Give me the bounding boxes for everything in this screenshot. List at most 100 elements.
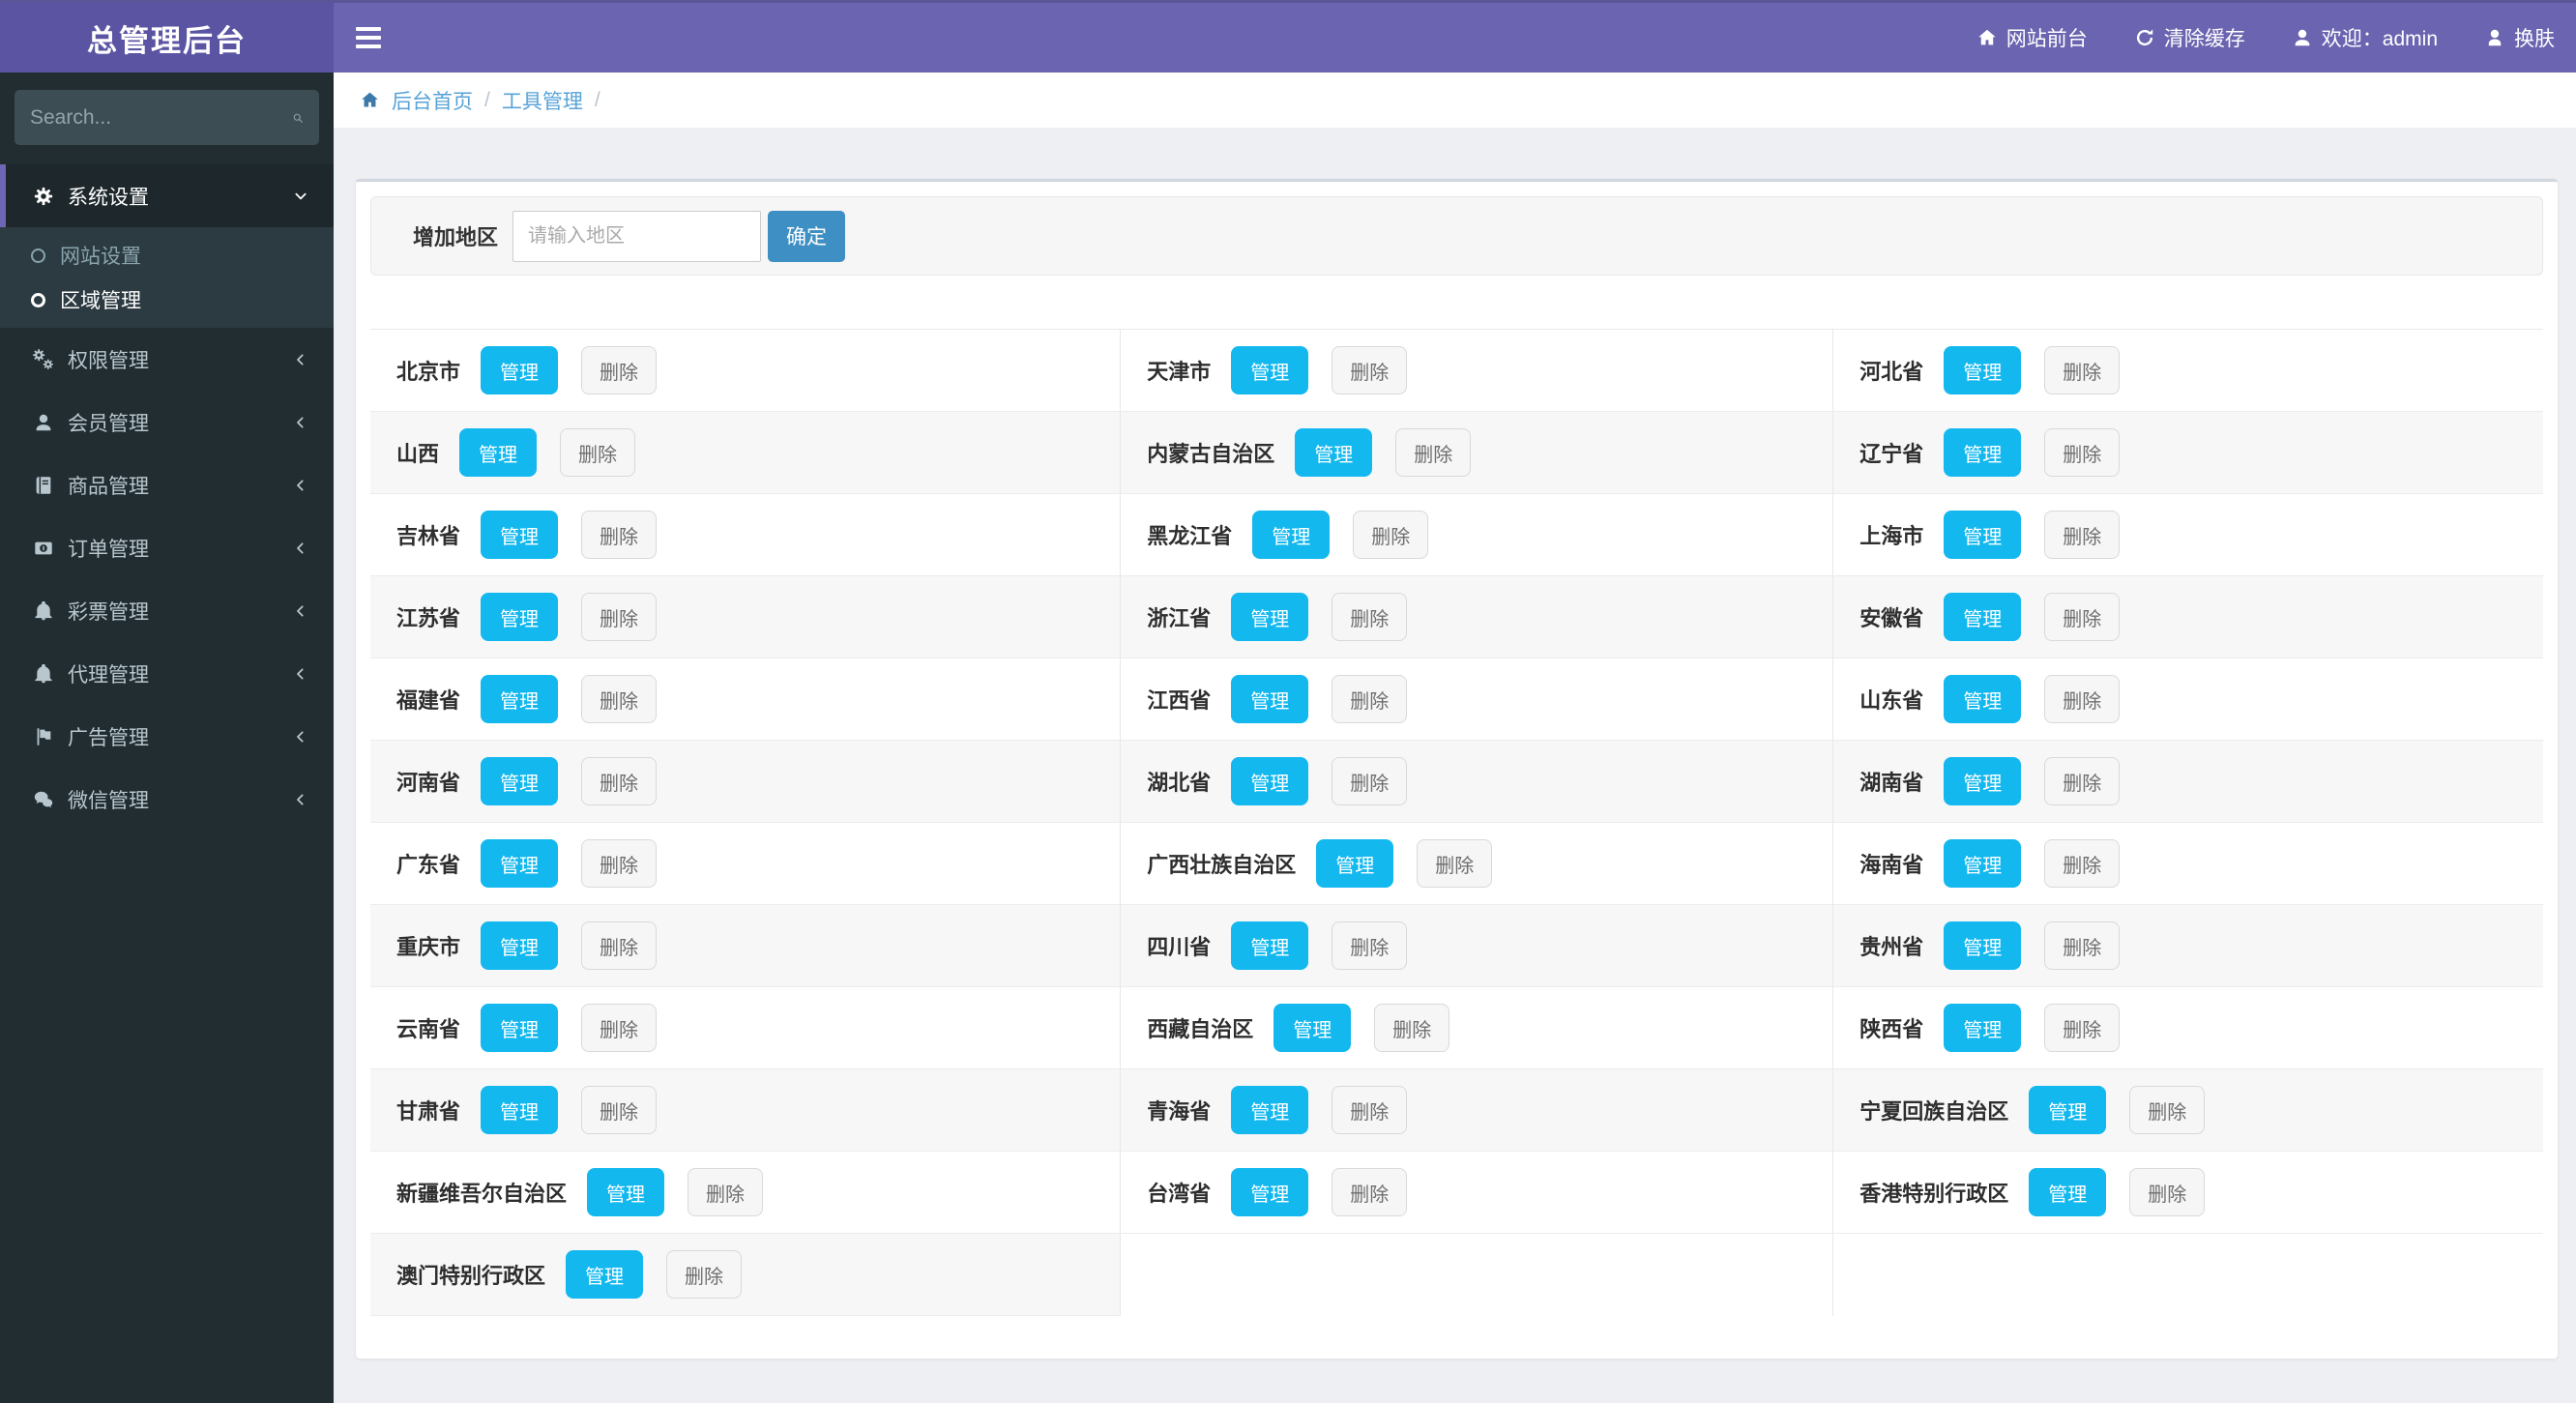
- delete-button[interactable]: 删除: [2129, 1086, 2206, 1134]
- delete-button[interactable]: 删除: [581, 757, 658, 805]
- delete-button[interactable]: 删除: [1417, 839, 1493, 888]
- region-name: 四川省: [1147, 935, 1212, 959]
- manage-button[interactable]: 管理: [1231, 593, 1309, 641]
- manage-button[interactable]: 管理: [481, 1004, 559, 1052]
- delete-button[interactable]: 删除: [1353, 511, 1429, 559]
- delete-button[interactable]: 删除: [1332, 346, 1408, 395]
- manage-button[interactable]: 管理: [481, 675, 559, 723]
- delete-button[interactable]: 删除: [581, 921, 658, 970]
- sidebar-item-order-management[interactable]: 订单管理: [0, 516, 334, 579]
- delete-button[interactable]: 删除: [560, 428, 636, 477]
- sidebar-item-wechat-management[interactable]: 微信管理: [0, 768, 334, 831]
- delete-button[interactable]: 删除: [581, 1086, 658, 1134]
- manage-button[interactable]: 管理: [1944, 346, 2022, 395]
- manage-button[interactable]: 管理: [481, 511, 559, 559]
- manage-button[interactable]: 管理: [1944, 428, 2022, 477]
- delete-button[interactable]: 删除: [2044, 1004, 2121, 1052]
- delete-button[interactable]: 删除: [1332, 1086, 1408, 1134]
- manage-button[interactable]: 管理: [481, 593, 559, 641]
- confirm-button[interactable]: 确定: [768, 210, 846, 262]
- sidebar-item-permission-management[interactable]: 权限管理: [0, 328, 334, 391]
- manage-button[interactable]: 管理: [481, 839, 559, 888]
- manage-button[interactable]: 管理: [481, 921, 559, 970]
- sidebar-menu: 系统设置 网站设置 区域管理 权限管理 会员管理 商品管理 订单管理 彩票管理 …: [0, 164, 334, 831]
- manage-button[interactable]: 管理: [1273, 1004, 1352, 1052]
- delete-button[interactable]: 删除: [2044, 921, 2121, 970]
- manage-button[interactable]: 管理: [1231, 1168, 1309, 1216]
- sidebar-toggle-button[interactable]: [339, 3, 397, 73]
- manage-button[interactable]: 管理: [481, 1086, 559, 1134]
- manage-button[interactable]: 管理: [1944, 675, 2022, 723]
- manage-button[interactable]: 管理: [1944, 511, 2022, 559]
- delete-button[interactable]: 删除: [581, 593, 658, 641]
- sidebar-item-system-settings[interactable]: 系统设置: [0, 164, 334, 227]
- delete-button[interactable]: 删除: [581, 346, 658, 395]
- manage-button[interactable]: 管理: [1316, 839, 1394, 888]
- manage-button[interactable]: 管理: [2029, 1168, 2107, 1216]
- region-table: 北京市 管理 删除 天津市 管理 删除 河北省 管理 删除 山西 管理 删除 内蒙古自治区 管理 删除 辽宁省…: [370, 329, 2543, 1316]
- delete-button[interactable]: 删除: [2044, 757, 2121, 805]
- delete-button[interactable]: 删除: [1332, 675, 1408, 723]
- delete-button[interactable]: 删除: [2044, 593, 2121, 641]
- delete-button[interactable]: 删除: [581, 839, 658, 888]
- site-front-link[interactable]: 网站前台: [1976, 23, 2088, 52]
- breadcrumb-section-link[interactable]: 工具管理: [502, 86, 583, 115]
- sidebar-item-member-management[interactable]: 会员管理: [0, 391, 334, 453]
- sidebar-item-label: 微信管理: [68, 789, 149, 812]
- region-input[interactable]: [512, 210, 762, 262]
- delete-button[interactable]: 删除: [1332, 921, 1408, 970]
- delete-button[interactable]: 删除: [2044, 428, 2121, 477]
- manage-button[interactable]: 管理: [1231, 675, 1309, 723]
- manage-button[interactable]: 管理: [1944, 921, 2022, 970]
- search-input[interactable]: [30, 105, 292, 130]
- manage-button[interactable]: 管理: [459, 428, 538, 477]
- delete-button[interactable]: 删除: [2129, 1168, 2206, 1216]
- search-icon[interactable]: [292, 107, 304, 129]
- delete-button[interactable]: 删除: [1332, 593, 1408, 641]
- delete-button[interactable]: 删除: [581, 675, 658, 723]
- manage-button[interactable]: 管理: [566, 1250, 644, 1299]
- delete-button[interactable]: 删除: [2044, 346, 2121, 395]
- manage-button[interactable]: 管理: [481, 346, 559, 395]
- manage-button[interactable]: 管理: [1231, 1086, 1309, 1134]
- manage-button[interactable]: 管理: [1944, 1004, 2022, 1052]
- sidebar-item-product-management[interactable]: 商品管理: [0, 453, 334, 516]
- sidebar-item-ad-management[interactable]: 广告管理: [0, 705, 334, 768]
- delete-button[interactable]: 删除: [1332, 757, 1408, 805]
- manage-button[interactable]: 管理: [1252, 511, 1331, 559]
- clear-cache-link[interactable]: 清除缓存: [2134, 23, 2245, 52]
- sidebar-item-site-settings[interactable]: 网站设置: [0, 233, 334, 278]
- delete-button[interactable]: 删除: [666, 1250, 743, 1299]
- region-cell: 广西壮族自治区 管理 删除: [1120, 823, 1833, 905]
- manage-button[interactable]: 管理: [1944, 839, 2022, 888]
- change-skin-link[interactable]: 换肤: [2484, 23, 2555, 52]
- delete-button[interactable]: 删除: [688, 1168, 764, 1216]
- manage-button[interactable]: 管理: [587, 1168, 665, 1216]
- welcome-admin[interactable]: 欢迎：admin: [2292, 23, 2438, 52]
- region-name: 河南省: [396, 771, 461, 795]
- manage-button[interactable]: 管理: [1944, 593, 2022, 641]
- region-name: 新疆维吾尔自治区: [396, 1182, 568, 1206]
- sidebar-item-region-management[interactable]: 区域管理: [0, 278, 334, 322]
- delete-button[interactable]: 删除: [1374, 1004, 1450, 1052]
- manage-button[interactable]: 管理: [1295, 428, 1373, 477]
- region-cell: 广东省 管理 删除: [370, 823, 1121, 905]
- manage-button[interactable]: 管理: [1231, 346, 1309, 395]
- delete-button[interactable]: 删除: [1332, 1168, 1408, 1216]
- delete-button[interactable]: 删除: [1395, 428, 1472, 477]
- delete-button[interactable]: 删除: [2044, 511, 2121, 559]
- manage-button[interactable]: 管理: [481, 757, 559, 805]
- delete-button[interactable]: 删除: [2044, 839, 2121, 888]
- manage-button[interactable]: 管理: [2029, 1086, 2107, 1134]
- manage-button[interactable]: 管理: [1944, 757, 2022, 805]
- sidebar-item-lottery-management[interactable]: 彩票管理: [0, 579, 334, 642]
- delete-button[interactable]: 删除: [581, 511, 658, 559]
- change-skin-label: 换肤: [2514, 28, 2555, 50]
- delete-button[interactable]: 删除: [2044, 675, 2121, 723]
- breadcrumb-home-link[interactable]: 后台首页: [392, 86, 473, 115]
- sidebar-item-agent-management[interactable]: 代理管理: [0, 642, 334, 705]
- manage-button[interactable]: 管理: [1231, 757, 1309, 805]
- region-name: 福建省: [396, 688, 461, 713]
- delete-button[interactable]: 删除: [581, 1004, 658, 1052]
- manage-button[interactable]: 管理: [1231, 921, 1309, 970]
